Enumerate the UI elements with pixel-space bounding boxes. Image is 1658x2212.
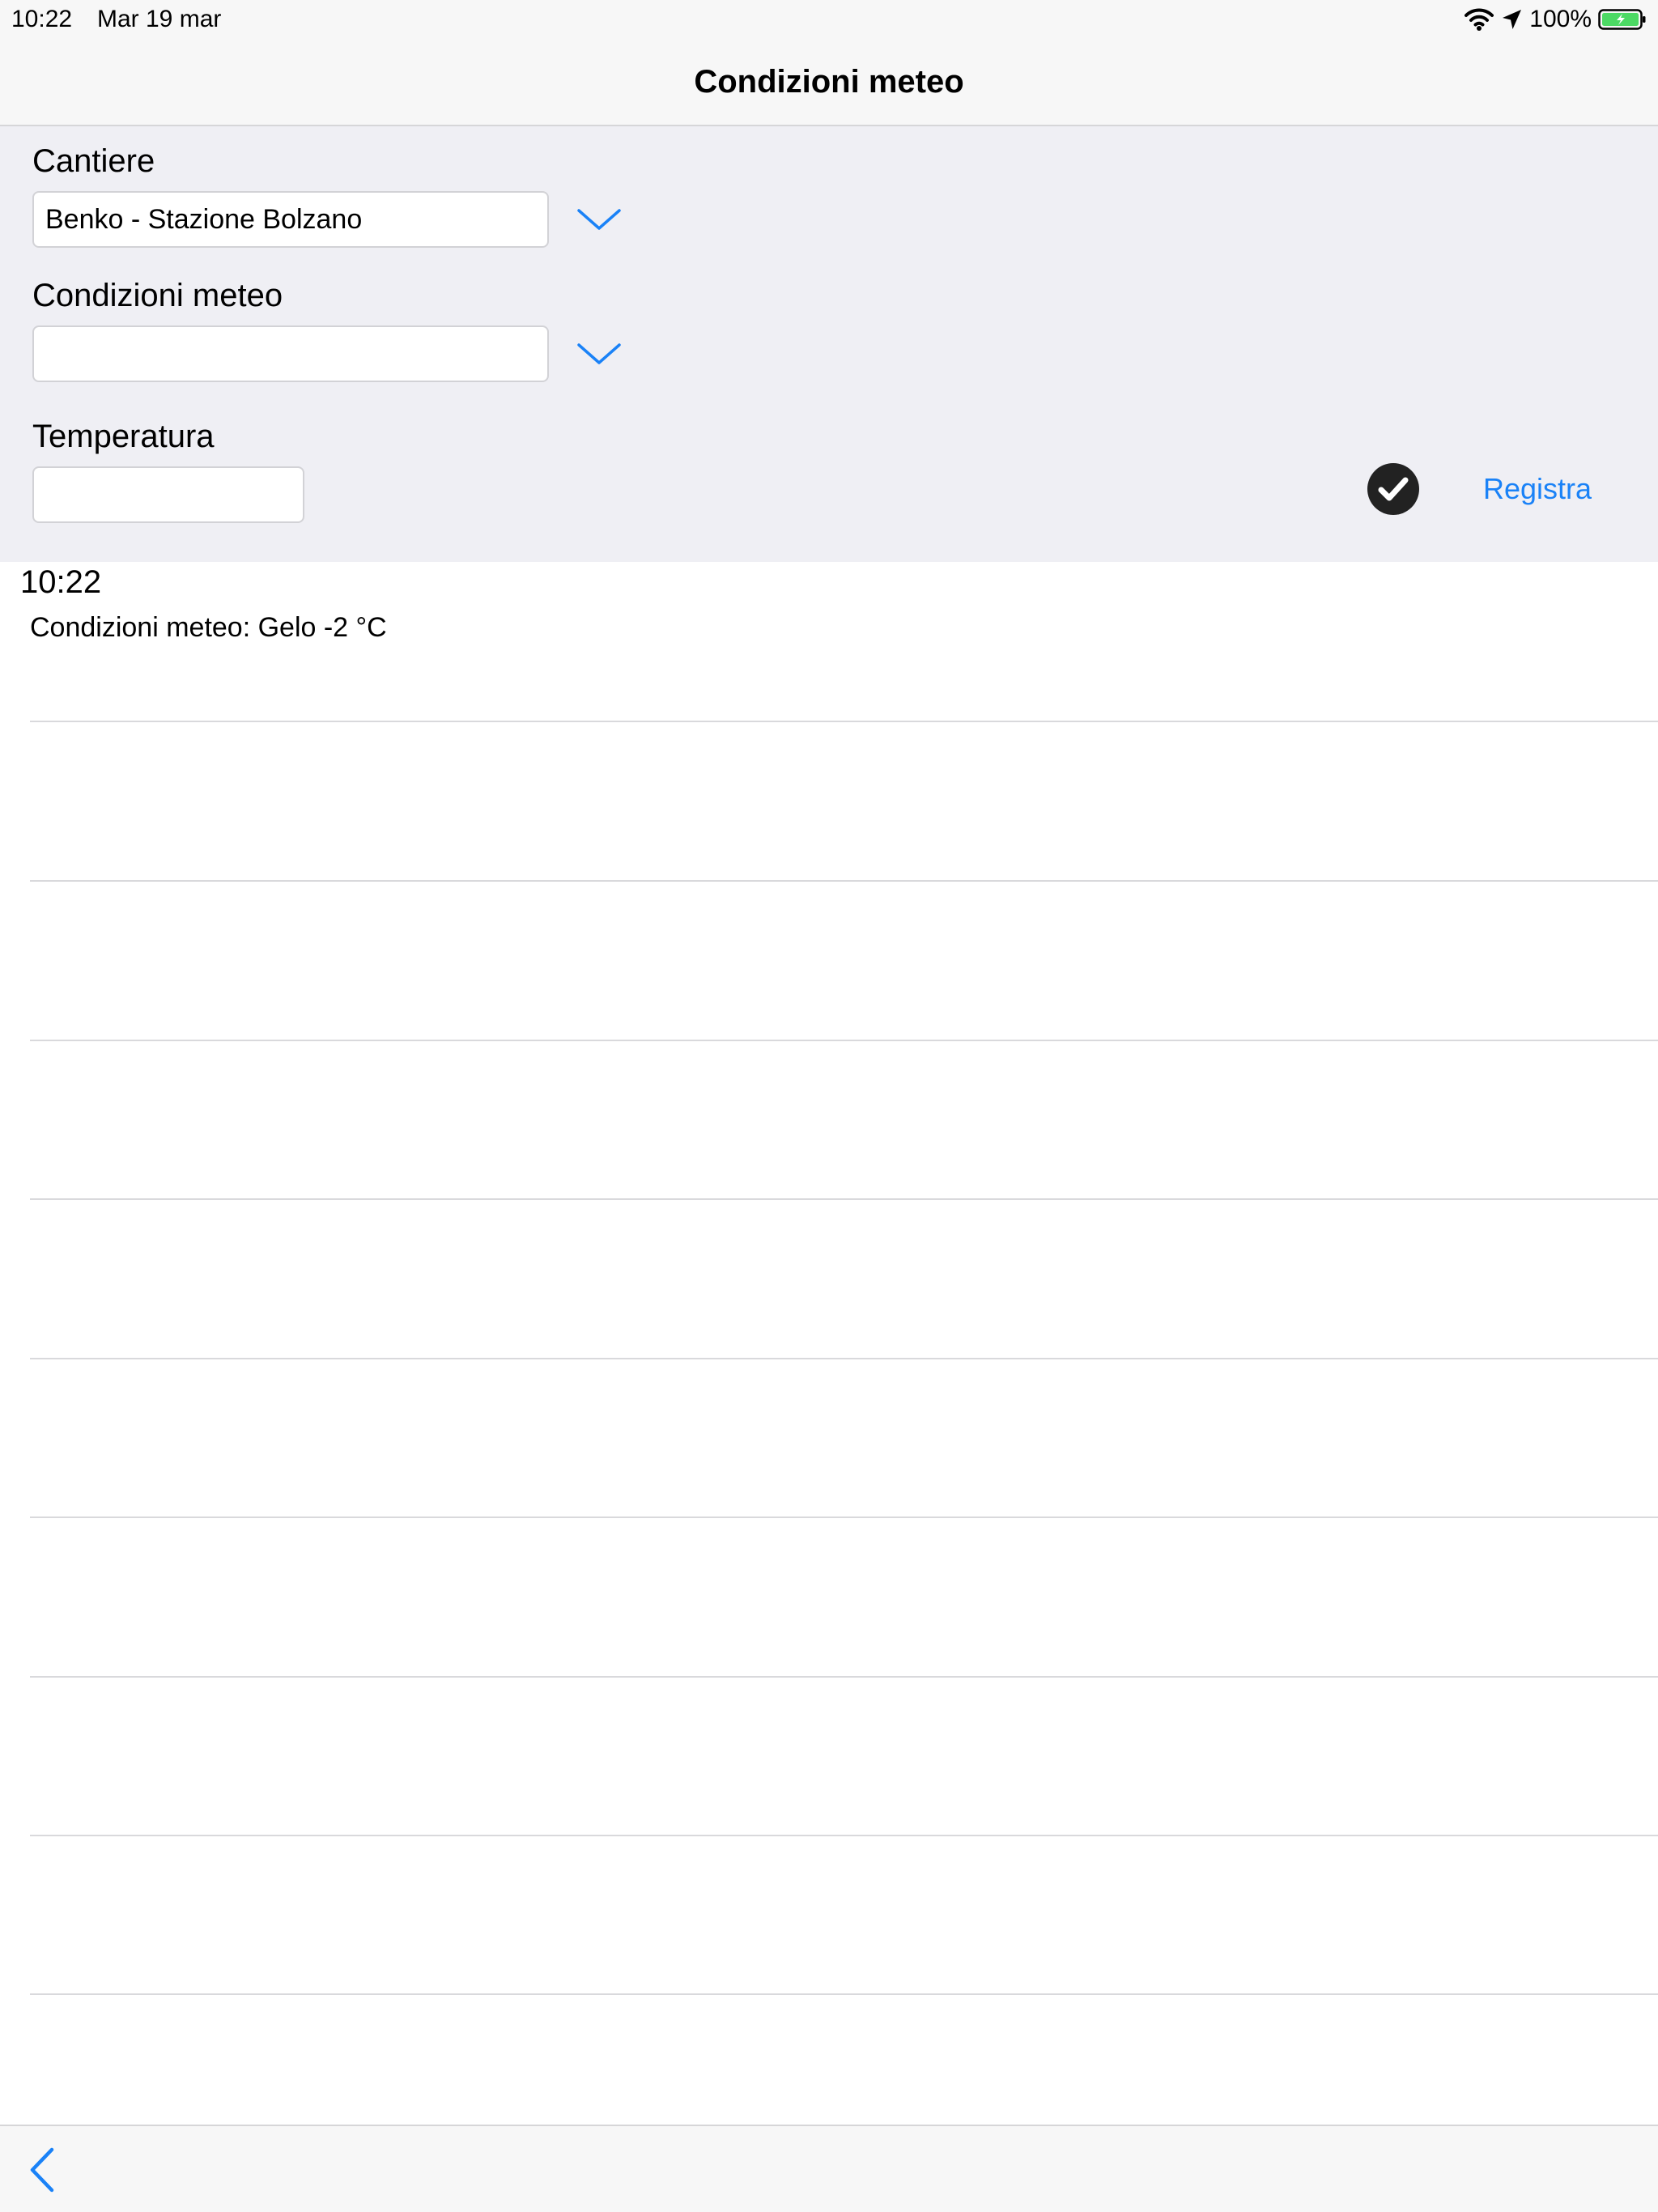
condizioni-field[interactable]	[32, 325, 549, 382]
row-separator	[30, 721, 1658, 722]
cantiere-chevron-down-icon[interactable]	[576, 207, 622, 232]
temperatura-label: Temperatura	[32, 419, 215, 454]
chevron-left-icon[interactable]	[23, 2146, 63, 2194]
row-separator	[30, 1835, 1658, 1836]
status-indicators: 100%	[1465, 5, 1647, 34]
battery-percent: 100%	[1529, 6, 1592, 32]
row-separator	[30, 1040, 1658, 1041]
row-separator	[30, 1516, 1658, 1518]
location-arrow-icon	[1500, 7, 1523, 32]
battery-icon	[1598, 7, 1647, 32]
row-separator	[30, 1358, 1658, 1359]
temperatura-field[interactable]	[32, 466, 304, 523]
row-separator	[30, 1198, 1658, 1200]
entry-time: 10:22	[20, 564, 102, 600]
checkmark-circle-icon[interactable]	[1367, 462, 1420, 516]
status-time: 10:22	[11, 6, 73, 32]
condizioni-label: Condizioni meteo	[32, 278, 283, 313]
row-separator	[30, 1676, 1658, 1678]
cantiere-field[interactable]: Benko - Stazione Bolzano	[32, 191, 549, 248]
cantiere-label: Cantiere	[32, 143, 155, 179]
status-bar: 10:22 Mar 19 mar 100%	[0, 0, 1658, 40]
status-date: Mar 19 mar	[97, 6, 222, 32]
bottom-toolbar	[0, 2125, 1658, 2212]
registra-button[interactable]: Registra	[1483, 470, 1592, 508]
navigation-bar: Condizioni meteo	[0, 40, 1658, 126]
entry-text: Condizioni meteo: Gelo -2 °C	[30, 612, 387, 643]
page-title: Condizioni meteo	[694, 64, 964, 100]
weather-form-panel: Cantiere Benko - Stazione Bolzano Condiz…	[0, 126, 1658, 562]
row-separator	[30, 1993, 1658, 1995]
wifi-icon	[1465, 7, 1494, 32]
row-separator	[30, 880, 1658, 882]
condizioni-chevron-down-icon[interactable]	[576, 342, 622, 366]
